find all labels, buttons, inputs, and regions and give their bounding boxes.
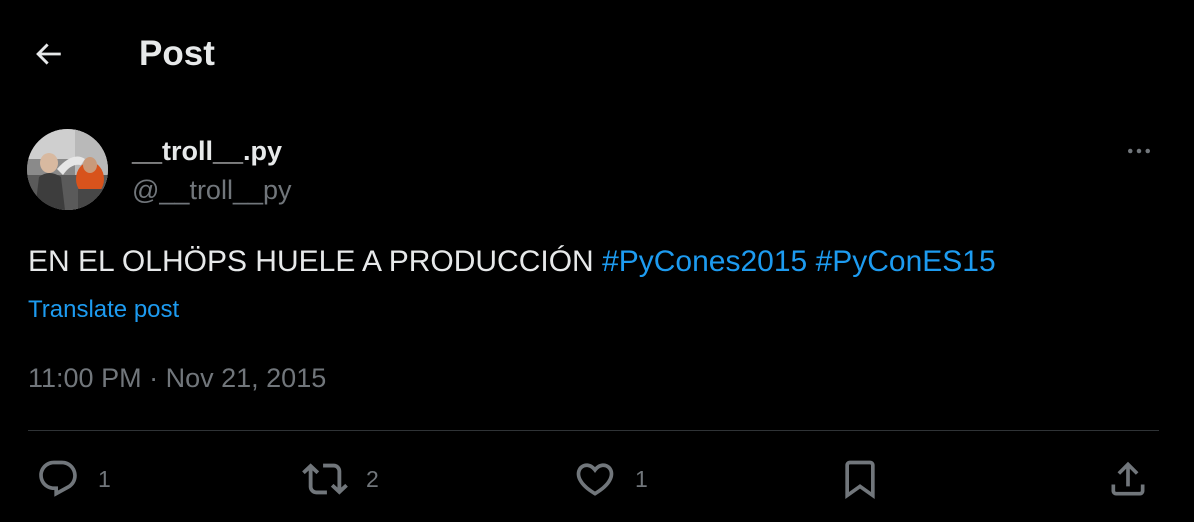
post-time[interactable]: 11:00 PM — [28, 363, 142, 393]
hashtag-link[interactable]: #PyCones2015 — [602, 245, 807, 278]
more-options-button[interactable] — [1117, 131, 1161, 171]
avatar-photo — [27, 129, 108, 210]
repost-count: 2 — [366, 466, 379, 492]
share-icon — [1111, 461, 1145, 496]
post-author: __troll__.py @__troll__py — [27, 129, 1167, 213]
post-text: EN EL OLHÖPS HUELE A PRODUCCIÓN #PyCones… — [28, 241, 996, 283]
repost-button[interactable]: 2 — [302, 456, 379, 502]
like-button[interactable]: 1 — [573, 456, 648, 502]
like-count: 1 — [635, 466, 648, 492]
reply-button[interactable]: 1 — [36, 456, 111, 502]
more-horizontal-icon — [1128, 148, 1150, 154]
post-timestamp: 11:00 PM · Nov 21, 2015 — [28, 361, 326, 395]
repost-icon — [302, 463, 348, 495]
reply-icon — [39, 460, 77, 497]
translate-post-link[interactable]: Translate post — [28, 294, 179, 326]
divider — [28, 430, 1159, 431]
arrow-left-icon — [36, 43, 61, 65]
author-handle[interactable]: @__troll__py — [132, 174, 292, 206]
share-button[interactable] — [1106, 456, 1150, 502]
hashtag-link[interactable]: #PyConES15 — [816, 245, 996, 278]
author-display-name[interactable]: __troll__.py — [132, 135, 282, 167]
post-header: Post — [0, 0, 1194, 108]
back-button[interactable] — [22, 30, 74, 78]
timestamp-separator: · — [149, 363, 159, 393]
post-date[interactable]: Nov 21, 2015 — [166, 363, 327, 393]
bookmark-button[interactable] — [838, 456, 882, 502]
avatar[interactable] — [27, 129, 108, 210]
reply-count: 1 — [98, 466, 111, 492]
page-title: Post — [139, 34, 215, 73]
post-body-text: EN EL OLHÖPS HUELE A PRODUCCIÓN — [28, 245, 594, 278]
bookmark-icon — [845, 460, 875, 500]
heart-icon — [576, 463, 614, 496]
